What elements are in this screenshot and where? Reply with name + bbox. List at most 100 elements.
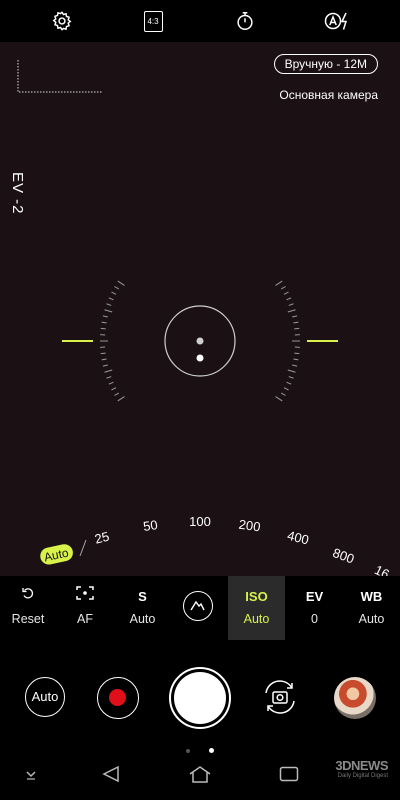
horizon-tick [275, 396, 283, 402]
focus-overlay [17, 60, 338, 402]
ev-title: EV [305, 589, 324, 604]
histogram-frame [17, 60, 102, 93]
ev-setting[interactable]: EV 0 [286, 576, 343, 640]
focus-center-dot [196, 337, 204, 345]
horizon-tick [288, 303, 294, 306]
horizon-tick [294, 327, 300, 330]
camera-name-label: Основная камера [279, 88, 378, 102]
horizon-tick [101, 321, 107, 324]
horizon-tick [111, 387, 117, 391]
horizon-tick [100, 352, 106, 355]
capture-controls: Auto 3DNEWS Daily Digital Digest [0, 640, 400, 800]
auto-flash-icon[interactable] [323, 8, 353, 34]
iso-dial-value[interactable]: 800 [331, 545, 357, 567]
iso-value: Auto [243, 612, 270, 626]
horizon-tick [111, 291, 117, 295]
gear-icon[interactable] [49, 8, 75, 34]
iso-dial-value[interactable]: 50 [142, 517, 158, 534]
shutter-button[interactable] [169, 667, 231, 729]
aspect-ratio-label: 4:3 [143, 10, 163, 32]
horizon-tick [283, 387, 289, 391]
iso-dial-value[interactable]: 200 [238, 517, 262, 535]
iso-dial[interactable]: Auto 25 50 100 200 400 800 16 [0, 502, 400, 576]
horizon-ticks-left [100, 280, 125, 402]
iso-divider [79, 539, 87, 557]
iso-dial-value[interactable]: 25 [93, 529, 111, 547]
shutter-speed-setting[interactable]: S Auto [114, 576, 171, 640]
horizon-tick [117, 280, 125, 286]
horizon-ticks-right [275, 280, 300, 402]
auto-mode-button[interactable]: Auto [25, 677, 65, 717]
wb-setting[interactable]: WB Auto [343, 576, 400, 640]
reset-icon [0, 586, 56, 603]
horizon-tick [286, 297, 292, 301]
recents-icon[interactable] [279, 766, 299, 787]
horizon-tick [106, 303, 112, 306]
iso-dial-value[interactable]: 16 [372, 562, 392, 576]
watermark-tagline: Daily Digital Digest [337, 773, 388, 779]
horizon-tick [287, 309, 296, 313]
horizon-tick [108, 381, 114, 385]
page-dot-2 [208, 748, 214, 753]
record-button[interactable] [97, 677, 139, 719]
level-dot [196, 354, 204, 362]
switch-camera-icon[interactable] [260, 677, 300, 717]
home-icon[interactable] [188, 764, 212, 789]
horizon-tick [101, 358, 107, 361]
horizon-tick [280, 286, 286, 290]
wb-title: WB [360, 589, 383, 604]
mode-resolution-pill[interactable]: Вручную - 12M [273, 54, 378, 74]
horizon-tick [288, 376, 294, 379]
horizon-tick [100, 327, 106, 330]
page-dot-1 [186, 749, 191, 753]
gallery-thumbnail[interactable] [334, 677, 376, 719]
manual-settings-bar: Reset AF S Auto ISO Auto EV 0 WB Auto [0, 576, 400, 640]
shutter-speed-value: Auto [129, 612, 156, 626]
horizon-tick [294, 352, 300, 355]
ev-value: 0 [311, 612, 318, 626]
af-focus-icon [57, 586, 113, 603]
horizon-tick [283, 291, 289, 295]
shutter-speed-title: S [138, 589, 147, 604]
horizon-tick [292, 364, 298, 367]
record-dot-icon [109, 689, 126, 706]
back-icon[interactable] [101, 765, 121, 788]
af-label: AF [77, 612, 93, 626]
af-button[interactable]: AF [57, 576, 113, 640]
horizon-tick [293, 321, 299, 324]
ev-indicator: EV -2 [9, 172, 26, 215]
scene-mode-button[interactable] [172, 576, 228, 640]
horizon-tick [293, 358, 299, 361]
top-toolbar: 4:3 [0, 0, 400, 42]
horizon-tick [292, 315, 298, 318]
horizon-tick [280, 392, 286, 396]
horizon-tick [106, 376, 112, 379]
camera-viewfinder[interactable]: Вручную - 12M Основная камера EV -2 Auto… [0, 42, 400, 576]
horizon-tick [286, 381, 292, 385]
aspect-ratio-icon[interactable]: 4:3 [140, 8, 166, 34]
horizon-tick [117, 396, 125, 402]
horizon-tick [114, 392, 120, 396]
horizon-tick [104, 369, 113, 373]
iso-setting[interactable]: ISO Auto [228, 576, 285, 640]
wb-value: Auto [358, 612, 385, 626]
timer-icon[interactable] [232, 8, 258, 34]
shutter-inner [174, 672, 226, 724]
horizon-tick [287, 369, 296, 373]
watermark-logo: 3DNEWS Daily Digital Digest [335, 758, 388, 779]
horizon-tick [114, 286, 120, 290]
mountain-scene-icon [183, 591, 213, 621]
iso-auto-chip[interactable]: Auto [39, 543, 75, 566]
reset-label: Reset [11, 612, 45, 626]
horizon-tick [102, 315, 108, 318]
reset-button[interactable]: Reset [0, 576, 56, 640]
watermark-brand: 3DNEWS [335, 758, 388, 773]
keyboard-hide-icon[interactable] [22, 767, 40, 786]
horizon-tick [108, 297, 114, 301]
iso-dial-value[interactable]: 100 [189, 514, 211, 529]
iso-title: ISO [245, 589, 268, 604]
iso-dial-value[interactable]: 400 [286, 528, 311, 548]
horizon-tick [102, 364, 108, 367]
horizon-tick [104, 309, 113, 313]
horizon-tick [275, 280, 283, 286]
